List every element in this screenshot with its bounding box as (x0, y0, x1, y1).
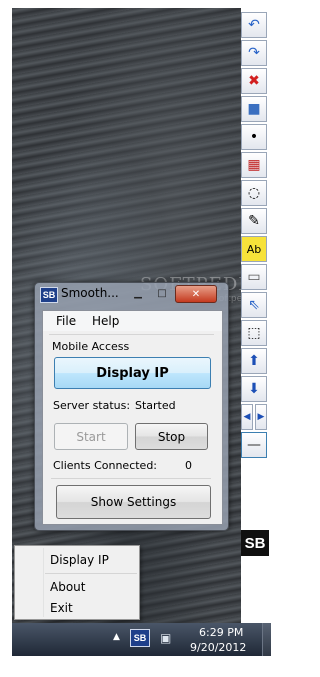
toolbar-button[interactable]: ◌ (241, 180, 267, 206)
toolbar-button[interactable]: ▶ (255, 404, 267, 430)
menu-help[interactable]: Help (92, 314, 119, 328)
group-title: Mobile Access (52, 340, 130, 353)
toolbar-button[interactable]: ▭ (241, 264, 267, 290)
toolbar-button[interactable]: ↶ (241, 12, 267, 38)
window-title: Smooth... (61, 286, 119, 300)
eraser-icon: ▭ (247, 269, 261, 285)
context-menu-exit[interactable]: Exit (50, 601, 73, 615)
display-ip-button[interactable]: Display IP (54, 357, 211, 389)
tray-context-menu: Display IP About Exit (14, 545, 140, 620)
arrow-left-icon: ◀ (243, 412, 251, 422)
toolbar-button[interactable]: ■ (241, 96, 267, 122)
menu-file[interactable]: File (56, 314, 76, 328)
start-button[interactable]: Start (54, 423, 128, 450)
text-icon: Ab (246, 242, 262, 256)
menu-bar: File Help (43, 311, 222, 331)
stop-button[interactable]: Stop (135, 423, 208, 450)
mobile-access-group: Mobile Access Display IP Server status: … (49, 334, 214, 519)
show-hidden-icons-button[interactable]: ▲ (113, 632, 120, 642)
lasso-icon: ◌ (247, 185, 261, 201)
context-menu-display-ip[interactable]: Display IP (50, 553, 109, 567)
app-window: SB Smooth... ▁ □ ✕ File Help Mobile Acce… (34, 282, 229, 531)
toolbar-button[interactable]: — (241, 432, 267, 458)
server-status-label: Server status: (53, 399, 131, 412)
show-settings-button[interactable]: Show Settings (56, 485, 211, 519)
menu-separator (45, 573, 137, 574)
maximize-button[interactable]: □ (151, 285, 173, 301)
arrow-up-icon: ⬆ (248, 353, 260, 369)
clear-icon: ✖ (248, 73, 260, 89)
toolbar-button[interactable]: ✖ (241, 68, 267, 94)
pen-icon: ✎ (248, 213, 260, 229)
toolbar-button[interactable]: ⬚ (241, 320, 267, 346)
clock-time[interactable]: 6:29 PM (199, 626, 243, 639)
window-client-area: File Help Mobile Access Display IP Serve… (42, 310, 223, 525)
clients-connected-label: Clients Connected: (53, 459, 158, 472)
toolbar-button[interactable]: • (241, 124, 267, 150)
pointer-icon: ⇖ (248, 297, 260, 313)
app-icon: SB (40, 287, 58, 303)
toolbar-button[interactable]: Ab (241, 236, 267, 262)
taskbar: ▲ SB ▣ 6:29 PM 9/20/2012 (12, 623, 272, 656)
show-desktop-button[interactable] (262, 623, 272, 656)
clock-date[interactable]: 9/20/2012 (190, 641, 246, 654)
toolbar-button[interactable]: ⇖ (241, 292, 267, 318)
dot-icon: • (249, 129, 259, 145)
toolbar-button[interactable]: ▦ (241, 152, 267, 178)
arrow-down-icon: ⬇ (248, 381, 260, 397)
redo-icon: ↷ (248, 45, 260, 61)
toolbar-button[interactable]: ✎ (241, 208, 267, 234)
arrow-right-icon: ▶ (257, 412, 265, 422)
minimize-toolbar-icon: — (247, 437, 261, 453)
toolbar-button[interactable]: ↷ (241, 40, 267, 66)
server-status-value: Started (135, 399, 176, 412)
toolbar-button[interactable]: ⬆ (241, 348, 267, 374)
context-menu-about[interactable]: About (50, 580, 85, 594)
tray-app-icon[interactable]: SB (130, 629, 150, 647)
color-palette-icon: ▦ (247, 157, 261, 173)
minimize-button[interactable]: ▁ (127, 285, 149, 301)
title-bar[interactable]: SB Smooth... ▁ □ ✕ (35, 283, 228, 305)
divider (51, 478, 211, 479)
toolbar-button[interactable]: ◀ (241, 404, 253, 430)
select-region-icon: ⬚ (247, 325, 261, 341)
network-icon[interactable]: ▣ (160, 631, 174, 645)
menu-gutter (43, 548, 44, 617)
clients-connected-value: 0 (185, 459, 192, 472)
undo-icon: ↶ (248, 17, 260, 33)
toolbar-nav-pair: ◀ ▶ (241, 404, 269, 430)
toolbar-logo[interactable]: SB (241, 530, 269, 556)
toolbar-button[interactable]: ⬇ (241, 376, 267, 402)
rectangle-icon: ■ (247, 101, 261, 117)
close-button[interactable]: ✕ (175, 285, 217, 303)
annotation-toolbar: ↶ ↷ ✖ ■ • ▦ ◌ ✎ Ab ▭ ⇖ ⬚ ⬆ ⬇ ◀ ▶ — (241, 12, 269, 558)
